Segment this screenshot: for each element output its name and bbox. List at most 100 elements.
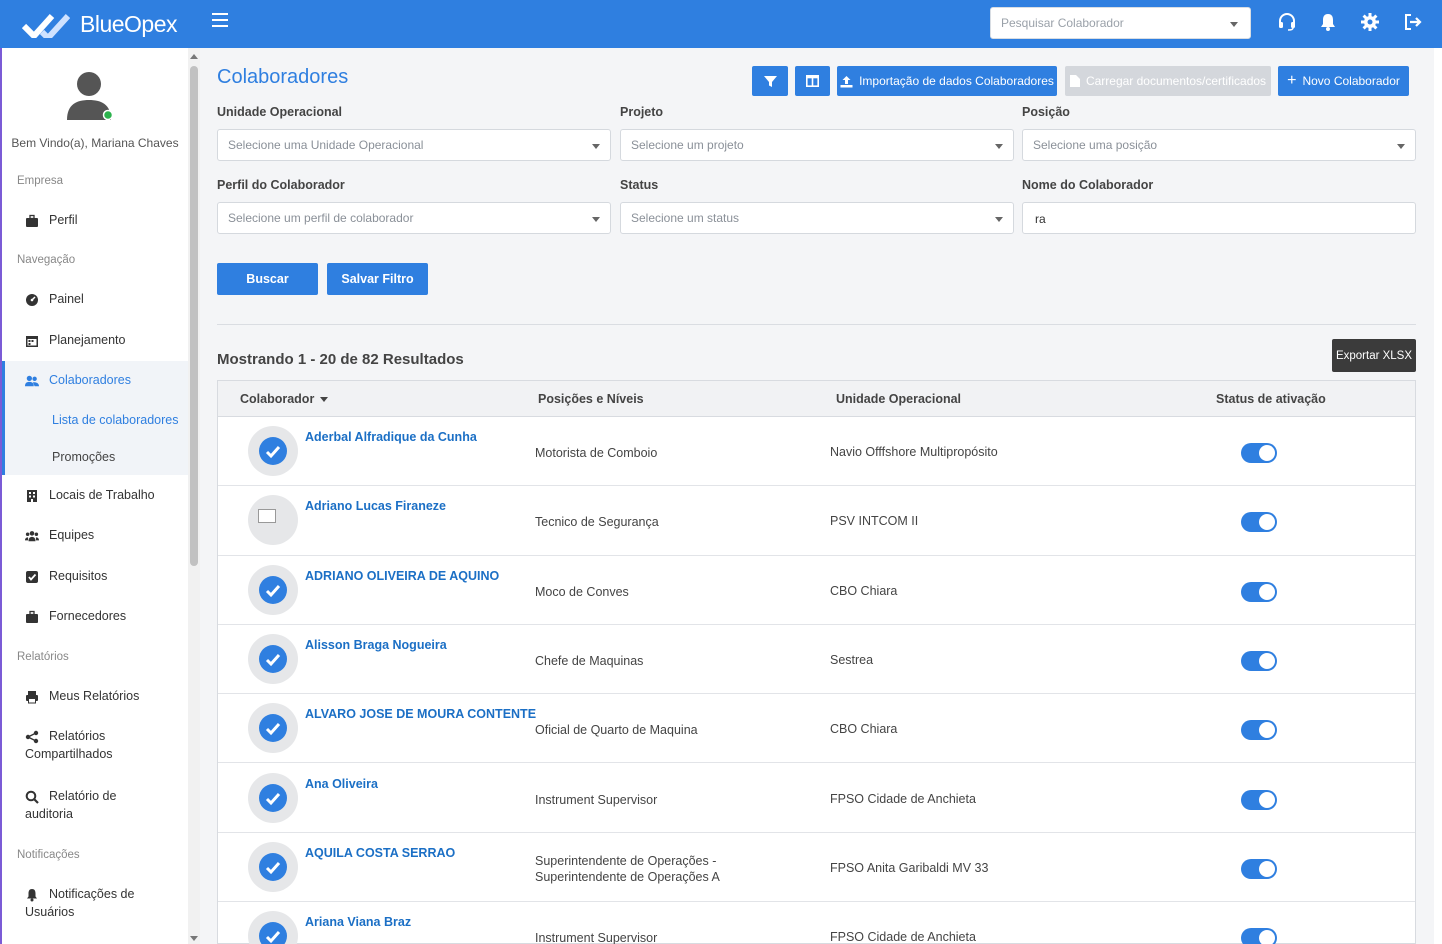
headset-icon[interactable] <box>1277 12 1297 32</box>
perfil-select[interactable]: Selecione um perfil de colaborador <box>217 202 611 234</box>
section-empresa: Empresa <box>17 175 64 187</box>
col-header-posicoes[interactable]: Posições e Níveis <box>538 392 644 406</box>
scroll-up-icon[interactable] <box>190 54 198 59</box>
collaborator-avatar[interactable] <box>248 911 298 944</box>
sidebar-item-painel[interactable]: Painel <box>2 292 188 307</box>
columns-button[interactable] <box>795 66 830 96</box>
sidebar-item-relatorios-compartilhados[interactable]: Relatórios Compartilhados <box>2 729 188 761</box>
sidebar-item-label: Fornecedores <box>49 609 127 623</box>
bell-icon[interactable] <box>1318 12 1338 32</box>
sidebar-item-label: Relatórios <box>49 729 106 743</box>
status-placeholder: Selecione um status <box>631 211 740 225</box>
buscar-button[interactable]: Buscar <box>217 263 318 295</box>
team-icon <box>25 531 39 542</box>
export-xlsx-button[interactable]: Exportar XLSX <box>1332 339 1416 372</box>
sidebar-item-notificacoes-usuarios[interactable]: Notificações de Usuários <box>2 887 188 919</box>
collaborator-avatar[interactable] <box>248 426 298 476</box>
menu-toggle-icon[interactable] <box>212 13 228 29</box>
verified-badge-icon <box>259 644 287 673</box>
collaborator-position: Oficial de Quarto de Maquina <box>535 723 698 738</box>
collaborator-avatar[interactable] <box>248 772 298 823</box>
verified-badge-icon <box>259 922 287 944</box>
activation-toggle[interactable] <box>1241 789 1277 810</box>
sidebar-item-label: Equipes <box>49 528 95 542</box>
upload-documents-button[interactable]: Carregar documentos/certificados <box>1065 66 1271 96</box>
collaborator-name-link[interactable]: Alisson Braga Nogueira <box>305 638 447 652</box>
perfil-label: Perfil do Colaborador <box>217 178 345 192</box>
sidebar-subitem-lista[interactable]: Lista de colaboradores <box>52 413 178 427</box>
unidade-select[interactable]: Selecione uma Unidade Operacional <box>217 129 611 161</box>
sidebar-item-perfil[interactable]: Perfil <box>2 213 188 228</box>
section-notificacoes: Notificações <box>17 849 80 861</box>
col-header-colaborador[interactable]: Colaborador <box>240 392 329 406</box>
collaborator-name-link[interactable]: ALVARO JOSE DE MOURA CONTENTE <box>305 707 536 721</box>
collaborator-name-link[interactable]: Ana Oliveira <box>305 777 378 791</box>
filter-button[interactable] <box>752 66 788 96</box>
sidebar-item-requisitos[interactable]: Requisitos <box>2 569 188 584</box>
scroll-down-icon[interactable] <box>190 936 198 941</box>
sidebar-item-locais[interactable]: Locais de Trabalho <box>2 488 188 503</box>
sidebar-item-planejamento[interactable]: Planejamento <box>2 333 188 348</box>
new-collaborator-button[interactable]: + Novo Colaborador <box>1278 66 1409 96</box>
divider <box>217 324 1416 325</box>
user-avatar[interactable] <box>65 70 113 122</box>
new-collaborator-label: Novo Colaborador <box>1302 74 1400 88</box>
nome-input[interactable]: ra <box>1022 202 1416 234</box>
filter-icon <box>763 75 777 87</box>
collaborator-avatar[interactable] <box>248 633 298 684</box>
activation-toggle[interactable] <box>1241 443 1277 463</box>
sidebar-item-relatorio-auditoria[interactable]: Relatório de auditoria <box>2 789 188 821</box>
share-icon <box>25 730 39 744</box>
dashboard-icon <box>26 294 38 306</box>
collaborator-avatar[interactable] <box>248 495 298 546</box>
search-collaborator-select[interactable]: Pesquisar Colaborador <box>990 7 1251 39</box>
sidebar-item-fornecedores[interactable]: Fornecedores <box>2 609 188 624</box>
col-header-status[interactable]: Status de ativação <box>1216 392 1326 406</box>
collaborator-avatar[interactable] <box>248 703 298 754</box>
sidebar-item-label: Perfil <box>49 213 78 227</box>
posicao-label: Posição <box>1022 105 1070 119</box>
sidebar-item-equipes[interactable]: Equipes <box>2 528 188 543</box>
table-row: ADRIANO OLIVEIRA DE AQUINO Moco de Conves… <box>218 556 1415 625</box>
verified-badge-icon <box>259 783 287 812</box>
collaborator-name-link[interactable]: Aderbal Alfradique da Cunha <box>305 430 477 444</box>
status-select[interactable]: Selecione um status <box>620 202 1014 234</box>
projeto-select[interactable]: Selecione um projeto <box>620 129 1014 161</box>
collaborator-name-link[interactable]: Adriano Lucas Firaneze <box>305 499 446 513</box>
collaborator-position: Tecnico de Segurança <box>535 515 659 530</box>
toggle-knob <box>1259 860 1275 877</box>
collaborator-unit: CBO Chiara <box>830 722 898 737</box>
activation-toggle[interactable] <box>1241 512 1277 533</box>
collaborator-unit: Sestrea <box>830 652 874 667</box>
activation-toggle[interactable] <box>1241 858 1277 879</box>
import-data-button[interactable]: Importação de dados Colaboradores <box>837 66 1057 96</box>
bell-icon <box>27 889 37 902</box>
activation-toggle[interactable] <box>1241 650 1277 671</box>
brand-logo[interactable]: BlueOpex <box>22 8 178 40</box>
collaborator-avatar[interactable] <box>248 841 298 892</box>
collaborator-name-link[interactable]: Ariana Viana Braz <box>305 915 411 929</box>
table-row: Aderbal Alfradique da Cunha Motorista de … <box>218 417 1415 487</box>
plus-icon: + <box>1287 72 1297 89</box>
scroll-thumb[interactable] <box>190 66 198 566</box>
sidebar-item-label: Notificações de <box>49 887 135 901</box>
chevron-down-icon <box>995 217 1003 222</box>
activation-toggle[interactable] <box>1241 581 1277 602</box>
collaborator-unit: CBO Chiara <box>830 583 898 598</box>
checkbox-icon <box>26 571 38 583</box>
gear-icon[interactable] <box>1360 12 1380 32</box>
activation-toggle[interactable] <box>1241 720 1277 741</box>
sidebar-item-meus-relatorios[interactable]: Meus Relatórios <box>2 689 188 704</box>
nome-label: Nome do Colaborador <box>1022 178 1154 192</box>
sidebar-subitem-promocoes[interactable]: Promoções <box>52 450 115 464</box>
posicao-select[interactable]: Selecione uma posição <box>1022 129 1416 161</box>
sidebar-item-colaboradores[interactable]: Colaboradores <box>2 373 188 388</box>
collaborator-avatar[interactable] <box>248 564 298 615</box>
collaborator-name-link[interactable]: AQUILA COSTA SERRAO <box>305 846 455 860</box>
top-bar: BlueOpex Pesquisar Colaborador <box>0 0 1442 48</box>
collaborator-name-link[interactable]: ADRIANO OLIVEIRA DE AQUINO <box>305 569 499 583</box>
salvar-filtro-button[interactable]: Salvar Filtro <box>327 263 428 295</box>
col-header-unidade[interactable]: Unidade Operacional <box>836 392 961 406</box>
logout-icon[interactable] <box>1403 12 1423 32</box>
activation-toggle[interactable] <box>1241 928 1277 944</box>
